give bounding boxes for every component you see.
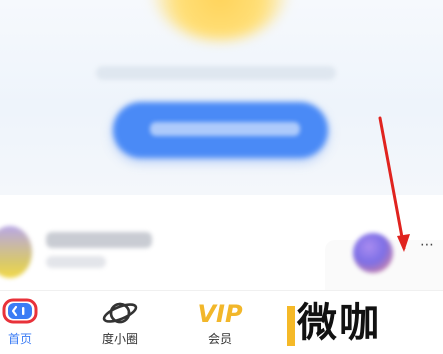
tab-duxiaoquan[interactable]: 度小圈 (80, 294, 160, 350)
watermark-text: 微咖 (297, 300, 381, 346)
tab-home[interactable]: 首页 (0, 294, 60, 350)
hero-caption (96, 66, 336, 80)
svg-text:VIP: VIP (197, 300, 243, 328)
planet-icon (100, 298, 140, 332)
tab-home-label: 首页 (7, 332, 32, 346)
more-icon[interactable]: ⋯ (420, 238, 443, 252)
vip-icon: VIP (195, 298, 245, 332)
user-subline (46, 256, 106, 268)
assistant-orb-icon[interactable] (353, 233, 393, 273)
hero-illustration (150, 0, 290, 40)
hero-banner (0, 0, 443, 195)
home-icon (2, 298, 38, 330)
tab-duxiaoquan-label: 度小圈 (101, 332, 138, 346)
hero-cta-label-blur (150, 122, 300, 136)
watermark-accent-bar (287, 306, 295, 346)
username[interactable] (46, 232, 152, 248)
tab-vip-label: 会员 (207, 332, 232, 346)
tab-vip[interactable]: VIP 会员 (180, 294, 260, 350)
